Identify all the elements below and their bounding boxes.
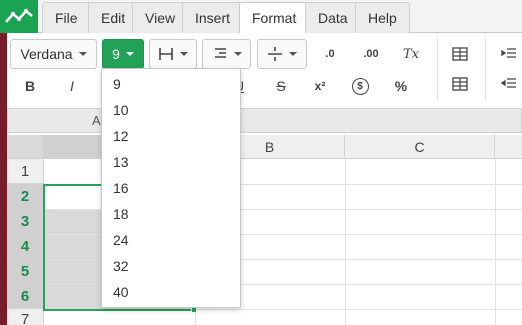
window-edge bbox=[0, 33, 7, 325]
row-header-3[interactable]: 3 bbox=[7, 209, 44, 234]
menu-help[interactable]: Help bbox=[355, 2, 410, 33]
chevron-down-icon bbox=[233, 52, 242, 56]
italic-button[interactable]: I bbox=[59, 74, 85, 98]
align-right-icon bbox=[214, 48, 226, 58]
chart-logo-icon bbox=[5, 8, 33, 23]
font-size-option-18[interactable]: 18 bbox=[102, 201, 240, 227]
row-header-2[interactable]: 2 bbox=[7, 184, 44, 209]
column-divider bbox=[495, 159, 496, 325]
column-header-d[interactable] bbox=[495, 135, 522, 159]
row-header-4[interactable]: 4 bbox=[7, 234, 44, 259]
menu-view[interactable]: View bbox=[132, 2, 189, 33]
font-size-option-13[interactable]: 13 bbox=[102, 149, 240, 175]
vertical-align-icon bbox=[268, 47, 282, 61]
font-size-option-32[interactable]: 32 bbox=[102, 253, 240, 279]
outdent-icon bbox=[501, 78, 516, 88]
toolbar-divider bbox=[485, 38, 486, 100]
column-header-c[interactable]: C bbox=[345, 135, 495, 159]
grid-icon bbox=[452, 77, 468, 91]
chevron-down-icon bbox=[180, 52, 188, 56]
strikethrough-button[interactable]: S bbox=[268, 74, 294, 98]
italic-icon: I bbox=[70, 78, 74, 94]
menu-edit[interactable]: Edit bbox=[88, 2, 139, 33]
increase-decimals-icon: .00 bbox=[363, 48, 379, 60]
font-family-value: Verdana bbox=[20, 46, 73, 62]
currency-button[interactable]: $ bbox=[347, 74, 373, 98]
font-size-option-12[interactable]: 12 bbox=[102, 123, 240, 149]
row-header-7[interactable]: 7 bbox=[7, 309, 44, 325]
outdent-button[interactable] bbox=[496, 72, 522, 96]
chevron-down-icon bbox=[289, 52, 297, 56]
menu-file[interactable]: File bbox=[42, 2, 91, 33]
align-button[interactable] bbox=[202, 39, 251, 69]
strikethrough-icon: S bbox=[276, 78, 286, 94]
borders-all-button[interactable] bbox=[447, 72, 473, 96]
app-logo[interactable] bbox=[0, 0, 38, 33]
font-family-select[interactable]: Verdana bbox=[10, 39, 97, 69]
borders-icon bbox=[159, 48, 173, 60]
toolbar-divider bbox=[437, 38, 438, 100]
chevron-down-icon bbox=[78, 52, 87, 56]
percent-icon: % bbox=[394, 78, 408, 94]
indent-button[interactable] bbox=[496, 42, 522, 66]
clear-format-button[interactable]: Tx bbox=[398, 42, 424, 66]
increase-decimals-button[interactable]: .00 bbox=[358, 42, 384, 66]
superscript-button[interactable]: x² bbox=[307, 74, 333, 98]
menu-data[interactable]: Data bbox=[305, 2, 361, 33]
font-size-value: 9 bbox=[112, 46, 120, 62]
decrease-decimals-icon: .0 bbox=[325, 48, 335, 60]
percent-button[interactable]: % bbox=[388, 74, 414, 98]
merge-cells-button[interactable] bbox=[447, 42, 473, 66]
valign-button[interactable] bbox=[257, 39, 307, 69]
font-size-option-40[interactable]: 40 bbox=[102, 279, 240, 305]
chevron-down-icon bbox=[125, 52, 134, 56]
font-size-dropdown: 9 10 12 13 16 18 24 32 40 bbox=[101, 68, 241, 308]
indent-icon bbox=[501, 48, 516, 58]
row-header-1[interactable]: 1 bbox=[7, 159, 44, 184]
table-icon bbox=[452, 47, 468, 61]
bold-icon: B bbox=[24, 78, 36, 94]
menu-insert[interactable]: Insert bbox=[182, 2, 244, 33]
font-size-option-9[interactable]: 9 bbox=[102, 71, 240, 97]
font-size-select[interactable]: 9 bbox=[102, 39, 144, 69]
superscript-icon: x² bbox=[314, 79, 326, 93]
column-divider bbox=[345, 159, 346, 325]
decrease-decimals-button[interactable]: .0 bbox=[317, 42, 343, 66]
row-header-6[interactable]: 6 bbox=[7, 284, 44, 309]
menu-format[interactable]: Format bbox=[239, 2, 310, 34]
select-all-corner[interactable] bbox=[7, 135, 44, 159]
borders-button[interactable] bbox=[149, 39, 197, 69]
currency-icon: $ bbox=[351, 77, 369, 95]
font-size-option-10[interactable]: 10 bbox=[102, 97, 240, 123]
row-header-5[interactable]: 5 bbox=[7, 259, 44, 284]
currency-symbol: $ bbox=[357, 80, 363, 92]
clear-format-icon: Tx bbox=[402, 46, 419, 62]
font-size-option-16[interactable]: 16 bbox=[102, 175, 240, 201]
formula-bar[interactable]: A2 bbox=[7, 108, 522, 133]
bold-button[interactable]: B bbox=[17, 74, 43, 98]
font-size-option-24[interactable]: 24 bbox=[102, 227, 240, 253]
